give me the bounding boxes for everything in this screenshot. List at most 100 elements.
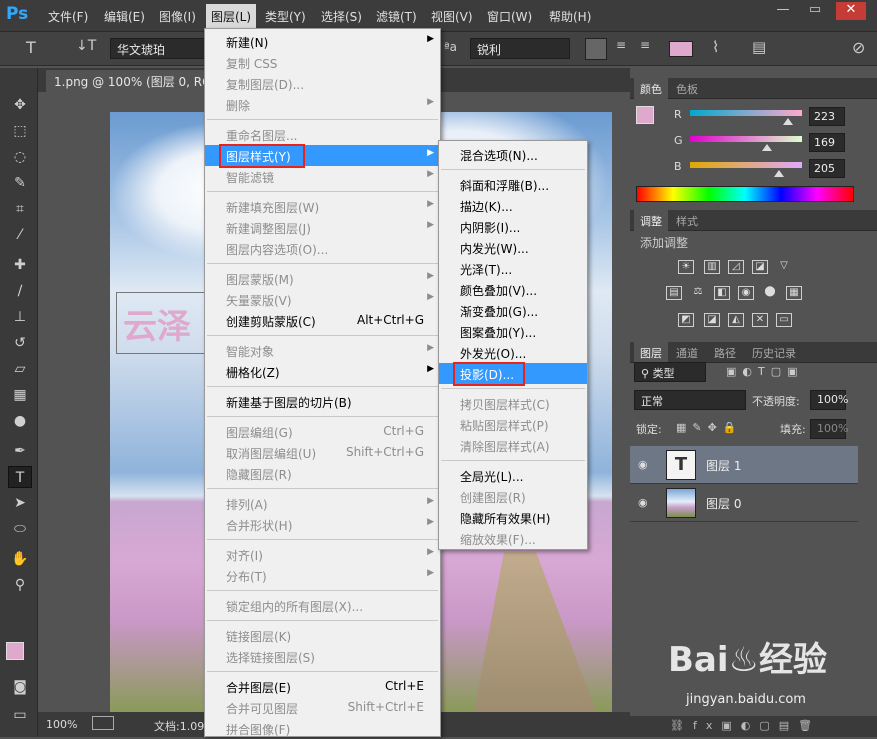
color-panel-fg-swatch[interactable] [636,106,654,124]
tab-styles[interactable]: 样式 [670,210,704,231]
color-spectrum[interactable] [636,186,854,202]
brightness-icon[interactable]: ☀ [678,260,694,274]
invert-icon[interactable]: ◩ [678,313,694,327]
text-color-swatch[interactable] [669,41,693,57]
r-value[interactable]: 223 [809,107,845,126]
minimize-button[interactable]: — [768,2,798,20]
menu-file[interactable]: 文件(F) [48,8,88,25]
tab-color[interactable]: 颜色 [634,78,668,99]
menu-item[interactable]: 新建(N) ▶ [205,31,440,52]
hand-tool-icon[interactable]: ✋ [8,548,32,570]
crop-tool-icon[interactable]: ⌗ [8,198,32,220]
zoom-tool-icon[interactable]: ⚲ [8,574,32,596]
path-select-tool-icon[interactable]: ➤ [8,492,32,514]
layer-row[interactable]: ◉ 图层 0 [630,484,858,522]
layer-row[interactable]: ◉ T 图层 1 [630,446,858,484]
posterize-icon[interactable]: ◪ [704,313,720,327]
menu-layer[interactable]: 图层(L) [206,4,257,28]
menu-item[interactable]: 颜色叠加(V)... [439,279,587,300]
eraser-tool-icon[interactable]: ▱ [8,358,32,380]
foreground-color-swatch[interactable] [6,642,24,660]
menu-window[interactable]: 窗口(W) [487,8,532,25]
warp-text-icon[interactable]: ⌇ [712,38,719,56]
fill-input[interactable]: 100% [810,419,848,439]
menu-item[interactable]: 新建基于图层的切片(B) [205,391,440,412]
hue-sat-icon[interactable]: ▤ [666,286,682,300]
character-panel-icon[interactable]: ▤ [752,38,766,56]
menu-edit[interactable]: 编辑(E) [104,8,145,25]
selective-color-icon[interactable]: ✕ [752,313,768,327]
document-tab[interactable]: 1.png @ 100% (图层 0, RGB [46,70,228,92]
menu-type[interactable]: 类型(Y) [265,8,306,25]
ellipse-tool-icon[interactable]: ⬭ [8,518,32,540]
marquee-tool-icon[interactable]: ⬚ [8,120,32,142]
menu-filter[interactable]: 滤镜(T) [376,8,417,25]
threshold-icon[interactable]: ◭ [728,313,744,327]
menu-item[interactable]: 内发光(W)... [439,237,587,258]
quick-select-tool-icon[interactable]: ✎ [8,172,32,194]
exposure-icon[interactable]: ◪ [752,260,768,274]
photo-filter-icon[interactable]: ◉ [738,286,754,300]
menu-item[interactable]: 光泽(T)... [439,258,587,279]
visibility-eye-icon[interactable]: ◉ [638,496,648,509]
menu-item[interactable]: 栅格化(Z) ▶ [205,361,440,382]
tab-paths[interactable]: 路径 [708,342,742,363]
blend-mode-select[interactable]: 正常 [634,390,746,410]
vibrance-icon[interactable]: ▽ [776,260,792,274]
text-layer-bounding-box[interactable]: 云泽 [116,292,206,354]
visibility-eye-icon[interactable]: ◉ [638,458,648,471]
b-value[interactable]: 205 [809,159,845,178]
zoom-level[interactable]: 100% [46,718,77,731]
menu-help[interactable]: 帮助(H) [549,8,591,25]
menu-item[interactable]: 全局光(L)... [439,465,587,486]
layers-bottom-toolbar[interactable]: ⛓fx▣◐▢▤🗑 [630,716,877,737]
r-slider-thumb[interactable] [783,118,793,125]
menu-item[interactable]: 创建剪贴蒙版(C) Alt+Ctrl+G [205,310,440,331]
menu-item[interactable]: 隐藏所有效果(H) [439,507,587,528]
tab-adjustments[interactable]: 调整 [634,210,668,231]
b-slider-thumb[interactable] [774,170,784,177]
color-lookup-icon[interactable]: ▦ [786,286,802,300]
eyedropper-tool-icon[interactable]: ⁄ [8,224,32,246]
cancel-icon[interactable]: ⊘ [852,38,865,57]
menu-item[interactable]: 混合选项(N)... [439,144,587,165]
close-button[interactable]: ✕ [836,2,866,20]
lasso-tool-icon[interactable]: ◌ [8,146,32,168]
type-tool-icon[interactable]: T [26,38,36,57]
lock-icons[interactable]: ▦✎✥🔒 [676,421,743,434]
move-tool-icon[interactable]: ✥ [8,94,32,116]
menu-item[interactable]: 斜面和浮雕(B)... [439,174,587,195]
healing-tool-icon[interactable]: ✚ [8,254,32,276]
layer-filter-icons[interactable]: ▣◐T▢▣ [726,365,804,378]
align-right-icon[interactable]: ≡ [634,38,656,60]
menu-item[interactable]: 描边(K)... [439,195,587,216]
screen-mode-icon[interactable]: ▭ [8,704,32,726]
antialias-select[interactable]: 锐利 [470,38,570,59]
tab-channels[interactable]: 通道 [670,342,704,363]
channel-mixer-icon[interactable]: ⬤ [762,286,778,300]
menu-item[interactable]: 合并图层(E) Ctrl+E [205,676,440,697]
menu-select[interactable]: 选择(S) [321,8,362,25]
b-slider[interactable] [690,162,802,168]
tab-layers[interactable]: 图层 [634,342,668,363]
history-brush-tool-icon[interactable]: ↺ [8,332,32,354]
g-value[interactable]: 169 [809,133,845,152]
status-icon[interactable] [92,716,114,730]
levels-icon[interactable]: ▥ [704,260,720,274]
menu-item[interactable]: 渐变叠加(G)... [439,300,587,321]
r-slider[interactable] [690,110,802,116]
brush-tool-icon[interactable]: ∕ [8,280,32,302]
menu-item[interactable]: 内阴影(I)... [439,216,587,237]
text-orientation-icon[interactable]: ↓T [76,38,96,54]
dodge-tool-icon[interactable]: ● [8,410,32,432]
tab-history[interactable]: 历史记录 [746,342,802,363]
menu-view[interactable]: 视图(V) [431,8,473,25]
stamp-tool-icon[interactable]: ⊥ [8,306,32,328]
type-tool-active-icon[interactable]: T [8,466,32,488]
g-slider-thumb[interactable] [762,144,772,151]
gradient-tool-icon[interactable]: ▦ [8,384,32,406]
pen-tool-icon[interactable]: ✒ [8,440,32,462]
gradient-map-icon[interactable]: ▭ [776,313,792,327]
layer-name[interactable]: 图层 1 [706,457,741,474]
quick-mask-icon[interactable]: ◙ [8,676,32,698]
